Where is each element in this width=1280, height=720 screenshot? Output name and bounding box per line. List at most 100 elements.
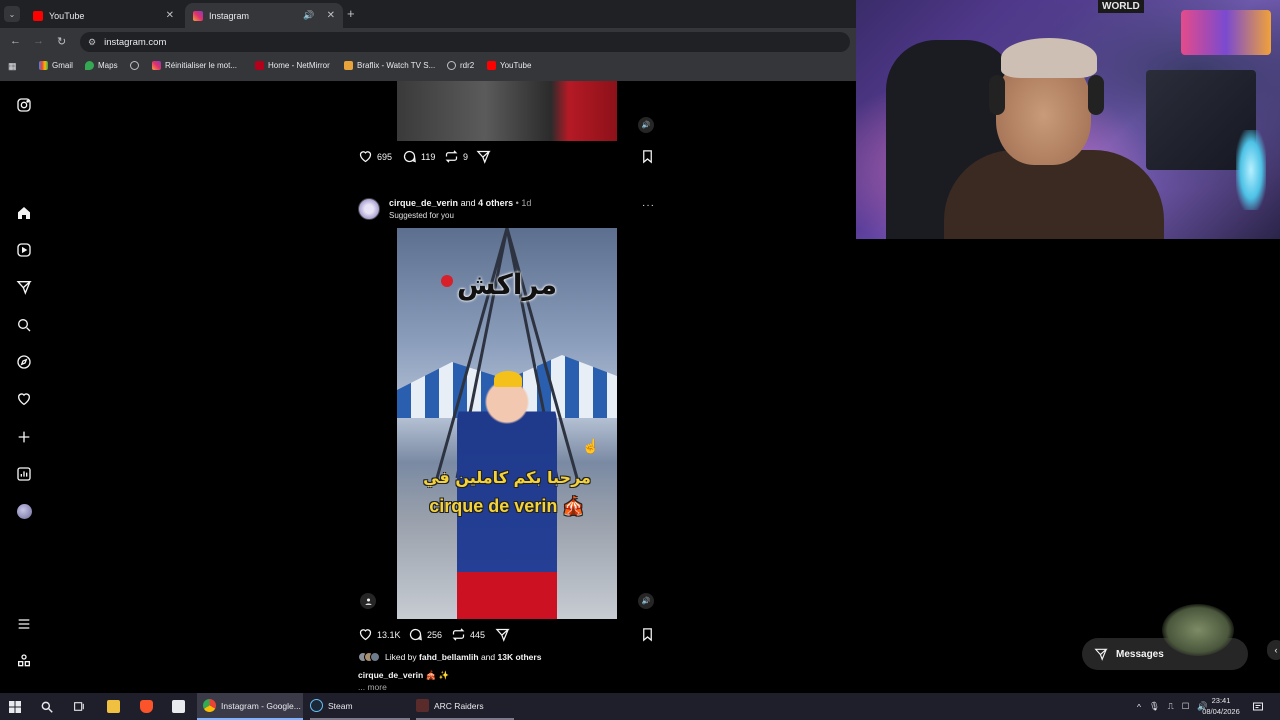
- post-collaborators[interactable]: 4 others: [478, 198, 513, 208]
- usb-icon[interactable]: ⎍: [1168, 701, 1174, 712]
- explore-icon[interactable]: [15, 353, 33, 371]
- post-options-icon[interactable]: ···: [642, 200, 655, 211]
- site-info-icon[interactable]: ⚙: [88, 37, 96, 48]
- clock-time: 23:41: [1211, 696, 1231, 705]
- dashboard-icon[interactable]: [15, 465, 33, 483]
- caption-more-link[interactable]: ... more: [358, 682, 387, 692]
- mute-icon[interactable]: 🔊: [638, 117, 654, 133]
- windows-taskbar: Instagram - Google... Steam ARC Raiders …: [0, 693, 1280, 720]
- instagram-page: 🔊 695 119 9 cirque_de_verin and 4 others…: [0, 81, 856, 693]
- back-icon[interactable]: ←: [10, 35, 21, 47]
- direct-messages-icon[interactable]: [15, 278, 33, 296]
- save-button[interactable]: [640, 627, 655, 642]
- address-bar[interactable]: ⚙ instagram.com: [80, 32, 850, 52]
- bookmark-gmail[interactable]: Gmail: [39, 61, 73, 70]
- file-explorer-button[interactable]: [107, 693, 120, 720]
- chevron-up-icon[interactable]: ^: [1137, 702, 1141, 712]
- liked-by-prefix: Liked by: [385, 652, 417, 662]
- create-plus-icon[interactable]: [15, 428, 33, 446]
- more-menu-icon[interactable]: [15, 615, 33, 633]
- repost-count: 445: [470, 629, 486, 640]
- tab-instagram[interactable]: Instagram 🔊 ✕: [185, 3, 343, 28]
- also-from-meta-icon[interactable]: [15, 652, 33, 670]
- tab-youtube[interactable]: YouTube ✕: [25, 3, 182, 28]
- comment-icon: [409, 628, 422, 641]
- forward-icon[interactable]: →: [33, 35, 44, 47]
- share-button[interactable]: [495, 627, 510, 642]
- chevron-down-icon: ⌄: [8, 9, 16, 19]
- previous-post-video: [397, 81, 617, 141]
- instagram-logo-icon[interactable]: [15, 96, 33, 114]
- messages-label: Messages: [1116, 648, 1164, 660]
- taskbar-search-button[interactable]: [40, 693, 54, 720]
- chevron-left-icon[interactable]: ‹: [1267, 640, 1280, 660]
- video-overlay-caption-arabic: مرحبا بكم كاملين في: [423, 468, 591, 487]
- steam-icon: [310, 699, 323, 712]
- close-icon[interactable]: ✕: [327, 10, 335, 21]
- taskbar-app-chrome[interactable]: Instagram - Google...: [197, 693, 303, 720]
- post-and-text: and: [460, 198, 476, 208]
- microphone-icon[interactable]: 🎙: [1149, 701, 1160, 712]
- previous-post-media[interactable]: 🔊: [352, 81, 663, 141]
- repost-button[interactable]: 9: [444, 149, 468, 164]
- mute-icon[interactable]: 🔊: [638, 593, 654, 609]
- caption-username[interactable]: cirque_de_verin: [358, 670, 423, 680]
- brave-icon: [140, 700, 153, 713]
- like-button[interactable]: 695: [358, 149, 392, 164]
- reels-icon[interactable]: [15, 241, 33, 259]
- comment-button[interactable]: 119: [402, 149, 435, 164]
- arc-raiders-icon: [416, 699, 429, 712]
- maps-icon: [85, 61, 94, 70]
- post-author-username[interactable]: cirque_de_verin: [389, 198, 458, 208]
- search-icon[interactable]: [15, 316, 33, 334]
- liker-avatar: [370, 652, 380, 662]
- bookmark-unnamed[interactable]: [130, 61, 139, 70]
- repost-count: 9: [463, 151, 469, 162]
- bookmark-reset-password[interactable]: Réinitialiser le mot...: [152, 61, 237, 70]
- tab-label: YouTube: [49, 10, 85, 21]
- apps-icon[interactable]: ▦: [8, 61, 17, 72]
- reload-icon[interactable]: ↻: [57, 35, 66, 48]
- repost-button[interactable]: 445: [451, 627, 485, 642]
- bookmark-icon: [643, 628, 652, 642]
- task-view-button[interactable]: [73, 693, 86, 720]
- taskbar-app-steam[interactable]: Steam: [310, 693, 410, 720]
- notifications-button[interactable]: [1252, 693, 1264, 720]
- close-icon[interactable]: ✕: [166, 10, 174, 21]
- share-icon: [495, 628, 510, 642]
- brave-button[interactable]: [140, 693, 153, 720]
- bookmark-rdr2[interactable]: rdr2: [447, 61, 474, 70]
- notifications-heart-icon[interactable]: [15, 390, 33, 408]
- post-actions: 13.1K 256 445: [358, 627, 658, 645]
- clock-date: 08/04/2026: [1202, 707, 1240, 716]
- comment-button[interactable]: 256: [408, 627, 442, 642]
- bookmark-maps[interactable]: Maps: [85, 61, 118, 70]
- start-button[interactable]: [9, 693, 21, 720]
- video-overlay-caption-english: cirque de verin 🎪: [429, 496, 585, 516]
- network-icon[interactable]: ☐: [1182, 701, 1190, 712]
- speaker-icon[interactable]: 🔊: [303, 10, 314, 21]
- like-button[interactable]: 13.1K: [358, 627, 401, 642]
- chrome-icon: [203, 699, 216, 712]
- bookmark-braflix[interactable]: Braflix - Watch TV S...: [344, 61, 435, 70]
- gmail-icon: [39, 61, 48, 70]
- profile-avatar-icon[interactable]: [15, 502, 33, 520]
- bookmark-netmirror[interactable]: Home - NetMirror: [255, 61, 330, 70]
- clock[interactable]: 23:41 08/04/2026: [1198, 695, 1244, 717]
- tab-search-button[interactable]: ⌄: [4, 6, 20, 22]
- home-icon[interactable]: [15, 204, 33, 222]
- caption-text: 🎪 ✨: [425, 670, 450, 680]
- liked-by-and: and: [480, 652, 496, 662]
- share-button[interactable]: [476, 149, 491, 164]
- store-button[interactable]: [172, 693, 185, 720]
- tagged-user-icon[interactable]: [360, 593, 376, 609]
- liked-by-user[interactable]: fahd_bellamlih: [419, 652, 479, 662]
- taskbar-app-arc-raiders[interactable]: ARC Raiders: [416, 693, 514, 720]
- save-button[interactable]: [640, 149, 655, 164]
- post-author-avatar[interactable]: [358, 198, 380, 220]
- bookmark-youtube[interactable]: YouTube: [487, 61, 531, 70]
- liked-by-count[interactable]: 13K others: [498, 652, 542, 662]
- video-frame: مراكش مرحبا بكم كاملين في cirque de veri…: [397, 228, 617, 619]
- post-video[interactable]: مراكش مرحبا بكم كاملين في cirque de veri…: [352, 228, 663, 619]
- new-tab-button[interactable]: +: [347, 6, 355, 21]
